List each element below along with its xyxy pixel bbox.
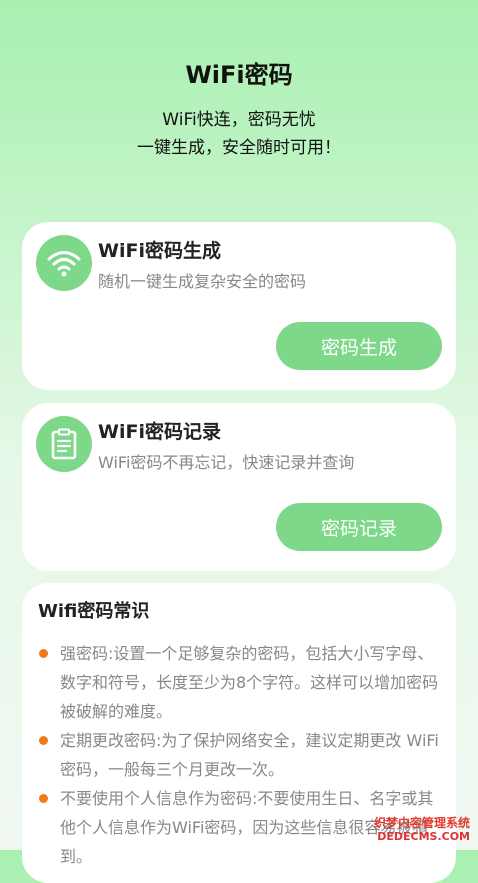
generate-card-title: WiFi密码生成 [98, 240, 221, 262]
bullet-dot-icon [39, 794, 48, 803]
tip-item: 定期更改密码:为了保护网络安全，建议定期更改 WiFi密码，一般每三个月更改一次… [38, 726, 442, 784]
tip-item: 强密码:设置一个足够复杂的密码，包括大小写字母、数字和符号，长度至少为8个字符。… [38, 639, 442, 726]
tips-title: Wifi密码常识 [38, 601, 150, 622]
subtitle-line-2: 一键生成，安全随时可用！ [137, 138, 341, 158]
tip-text: 定期更改密码:为了保护网络安全，建议定期更改 WiFi密码，一般每三个月更改一次… [60, 731, 439, 779]
wifi-icon [36, 235, 92, 291]
password-record-card: WiFi密码记录 WiFi密码不再忘记，快速记录并查询 密码记录 [22, 403, 456, 571]
record-card-desc: WiFi密码不再忘记，快速记录并查询 [98, 453, 355, 472]
password-generate-card: WiFi密码生成 随机一键生成复杂安全的密码 密码生成 [22, 222, 456, 390]
clipboard-icon [36, 416, 92, 472]
watermark-line-1: 织梦内容管理系统 [373, 816, 470, 830]
page-subtitle: WiFi快连，密码无忧 一键生成，安全随时可用！ [0, 106, 478, 162]
watermark: 织梦内容管理系统 DEDECMS.COM [374, 816, 470, 844]
watermark-line-2: DEDECMS.COM [377, 830, 470, 843]
record-card-title: WiFi密码记录 [98, 421, 221, 443]
subtitle-line-1: WiFi快连，密码无忧 [162, 110, 316, 130]
tip-text: 强密码:设置一个足够复杂的密码，包括大小写字母、数字和符号，长度至少为8个字符。… [60, 644, 439, 721]
page-title: WiFi密码 [185, 61, 293, 89]
record-password-button[interactable]: 密码记录 [276, 503, 442, 551]
generate-password-button[interactable]: 密码生成 [276, 322, 442, 370]
generate-card-desc: 随机一键生成复杂安全的密码 [98, 272, 307, 291]
bullet-dot-icon [39, 736, 48, 745]
bullet-dot-icon [39, 649, 48, 658]
